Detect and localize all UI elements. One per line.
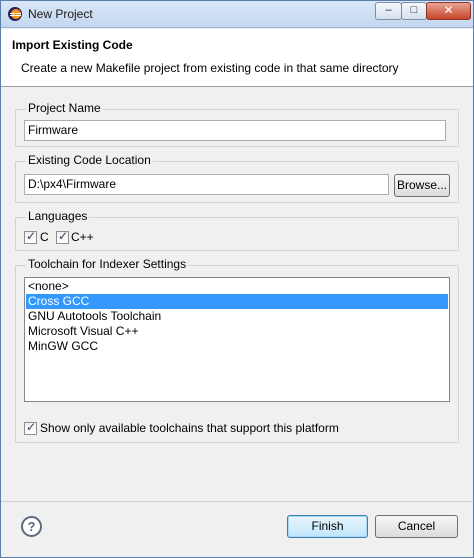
maximize-icon: □	[410, 4, 418, 16]
browse-button[interactable]: Browse...	[394, 174, 450, 197]
toolchain-list[interactable]: <none> Cross GCC GNU Autotools Toolchain…	[24, 277, 450, 402]
page-description: Create a new Makefile project from exist…	[21, 61, 399, 75]
list-item[interactable]: <none>	[26, 279, 448, 294]
window-title: New Project	[28, 7, 93, 21]
finish-button[interactable]: Finish	[287, 515, 368, 538]
languages-label: Languages	[26, 209, 90, 223]
close-icon: ✕	[443, 3, 454, 17]
page-title: Import Existing Code	[12, 38, 133, 52]
list-item[interactable]: Cross GCC	[26, 294, 448, 309]
new-project-dialog: New Project – □ ✕ Import Existing Code C…	[0, 0, 474, 558]
help-button[interactable]: ?	[21, 516, 42, 537]
close-button[interactable]: ✕	[426, 2, 471, 20]
checkmark-icon: ✓	[26, 229, 37, 243]
c-checkbox-label: C	[40, 230, 49, 244]
minimize-icon: –	[385, 4, 392, 16]
help-icon: ?	[27, 519, 36, 534]
show-available-label: Show only available toolchains that supp…	[40, 421, 339, 435]
eclipse-icon	[8, 7, 22, 21]
maximize-button[interactable]: □	[401, 2, 427, 20]
list-item[interactable]: GNU Autotools Toolchain	[26, 309, 448, 324]
c-checkbox[interactable]: ✓	[24, 229, 37, 244]
cpp-checkbox[interactable]: ✓	[56, 229, 69, 244]
project-name-label: Project Name	[26, 101, 103, 115]
toolchain-label: Toolchain for Indexer Settings	[26, 257, 189, 271]
list-item[interactable]: Microsoft Visual C++	[26, 324, 448, 339]
cpp-checkbox-label: C++	[71, 230, 94, 244]
title-bar[interactable]: New Project – □ ✕	[1, 1, 473, 28]
code-location-label: Existing Code Location	[26, 153, 153, 167]
footer-divider	[1, 501, 473, 502]
checkmark-icon: ✓	[26, 420, 37, 434]
project-name-field[interactable]: Firmware	[24, 120, 446, 141]
checkmark-icon: ✓	[58, 229, 69, 243]
show-available-checkbox[interactable]: ✓	[24, 420, 37, 435]
cancel-button[interactable]: Cancel	[375, 515, 458, 538]
code-location-field[interactable]: D:\px4\Firmware	[24, 174, 389, 195]
minimize-button[interactable]: –	[375, 2, 402, 20]
wizard-header: Import Existing Code Create a new Makefi…	[1, 29, 473, 87]
list-item[interactable]: MinGW GCC	[26, 339, 448, 354]
